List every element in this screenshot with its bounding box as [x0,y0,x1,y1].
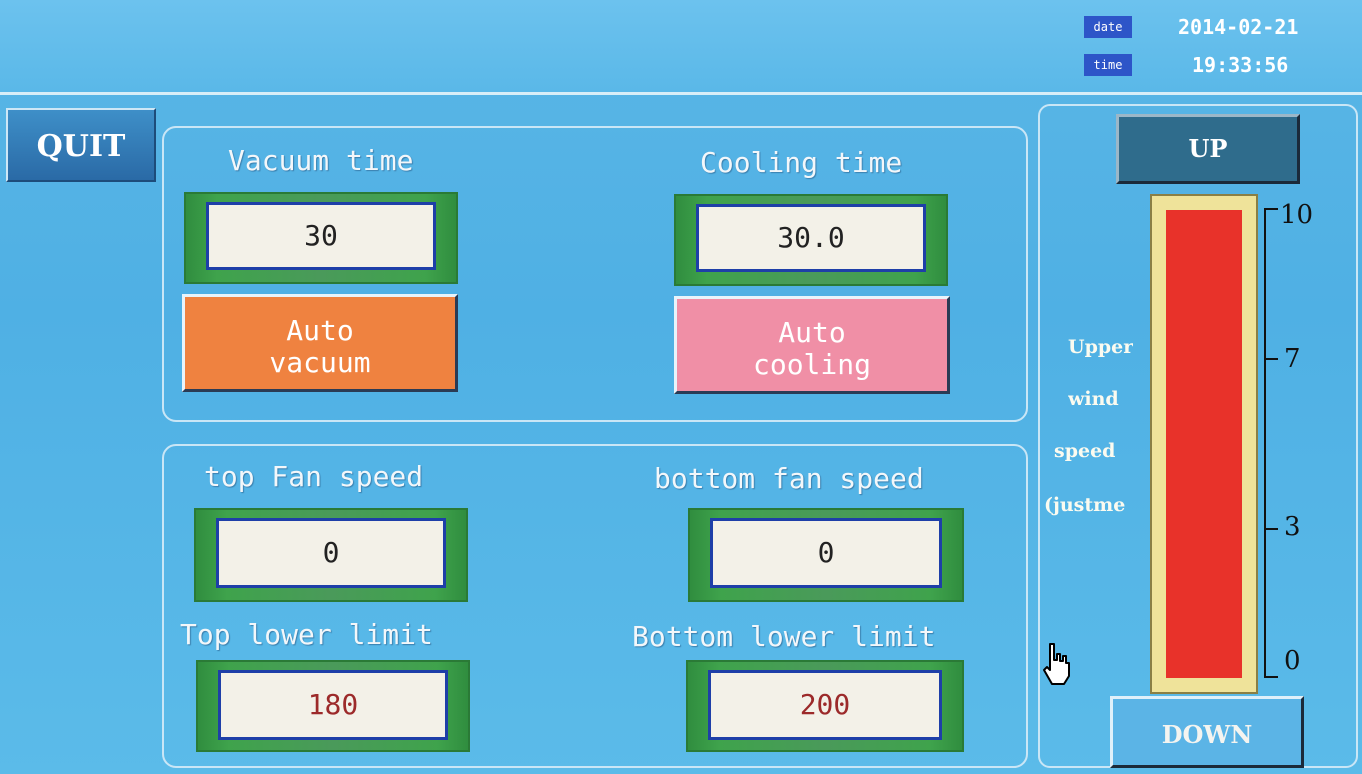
top-lower-limit-input[interactable]: 180 [218,670,448,740]
scale-axis [1264,208,1266,678]
bottom-fan-speed-input[interactable]: 0 [710,518,942,588]
scale-label-0: 0 [1284,646,1301,676]
down-button[interactable]: DOWN [1110,696,1304,768]
scale-tick-0 [1264,676,1278,678]
auto-cooling-line1: Auto [778,316,846,349]
top-status-bar: date 2014-02-21 time 19:33:56 [0,0,1362,95]
wind-speed-track [1166,210,1242,678]
auto-cooling-line2: cooling [752,348,871,381]
scale-tick-3 [1264,528,1278,530]
vacuum-time-label: Vacuum time [228,144,414,177]
wind-label-line4: (justme [1044,494,1126,516]
cooling-time-label: Cooling time [700,146,903,179]
time-value: 19:33:56 [1192,53,1289,77]
bottom-lower-limit-label: Bottom lower limit [632,620,936,653]
scale-label-7: 7 [1284,344,1301,374]
bottom-lower-limit-input[interactable]: 200 [708,670,942,740]
top-fan-speed-input[interactable]: 0 [216,518,446,588]
cooling-time-input[interactable]: 30.0 [696,204,926,272]
wind-label-line3: speed [1054,440,1116,462]
scale-label-3: 3 [1284,512,1301,542]
hand-cursor-icon [1043,643,1070,685]
date-tag: date [1084,16,1132,38]
time-tag: time [1084,54,1132,76]
auto-vacuum-line1: Auto [286,314,354,347]
top-fan-speed-label: top Fan speed [204,460,424,493]
auto-vacuum-line2: vacuum [269,346,371,379]
wind-label-line2: wind [1068,388,1119,410]
quit-button[interactable]: QUIT [6,108,156,182]
scale-tick-7 [1264,358,1278,360]
wind-label-line1: Upper [1068,336,1134,358]
scale-label-10: 10 [1280,200,1314,230]
bottom-fan-speed-label: bottom fan speed [654,462,924,495]
wind-speed-gauge [1150,194,1258,694]
scale-tick-10 [1264,208,1278,210]
top-lower-limit-label: Top lower limit [180,618,433,651]
wind-speed-fill [1166,210,1242,678]
auto-cooling-button[interactable]: Auto cooling [674,296,950,394]
auto-vacuum-button[interactable]: Auto vacuum [182,294,458,392]
date-value: 2014-02-21 [1178,15,1299,39]
up-button[interactable]: UP [1116,114,1300,184]
vacuum-time-input[interactable]: 30 [206,202,436,270]
